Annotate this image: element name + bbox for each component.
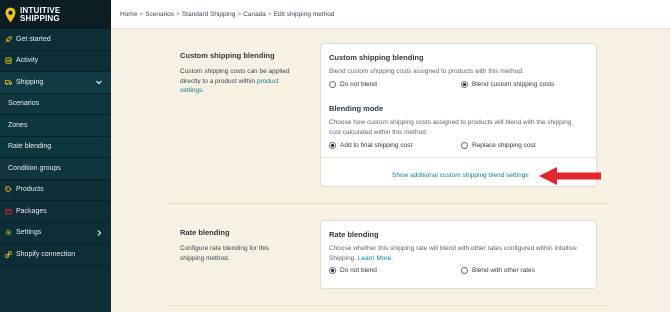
blending-mode-desc: Choose how custom shipping costs assigne… [329, 119, 572, 136]
custom-blending-section-title: Custom shipping blending [180, 51, 275, 60]
breadcrumb-scenarios[interactable]: Scenarios [145, 11, 174, 18]
link-icon [5, 251, 12, 258]
custom-blending-section-desc: Custom shipping costs can be applied dir… [180, 68, 290, 94]
custom-blending-card-title: Custom shipping blending [329, 53, 424, 62]
rate-blending-section-title: Rate blending [180, 228, 230, 237]
sidebar-item-label: Shipping [16, 78, 44, 86]
sidebar: INTUITIVE SHIPPING Get started Activity … [0, 0, 111, 312]
radio-do-not-blend-custom[interactable]: Do not blend [329, 81, 377, 88]
sidebar-item-products[interactable]: Products [0, 180, 111, 201]
breadcrumb-home[interactable]: Home [120, 11, 137, 18]
breadcrumb: Home > Scenarios > Standard Shipping > C… [111, 0, 670, 29]
custom-blending-card-desc: Blend custom shipping costs assigned to … [329, 68, 524, 75]
radio-circle-selected [329, 267, 336, 274]
card-divider [320, 157, 597, 158]
brand-line2: SHIPPING [20, 13, 60, 23]
radio-label: Blend with other rates [472, 267, 535, 274]
activity-icon [5, 57, 12, 64]
sidebar-item-label: Activity [16, 57, 39, 65]
sidebar-item-get-started[interactable]: Get started [0, 29, 111, 51]
radio-blend-other-rates[interactable]: Blend with other rates [461, 267, 535, 274]
radio-label: Add to final shipping cost [340, 142, 413, 149]
sidebar-item-label: Packages [16, 207, 47, 215]
sidebar-item-activity[interactable]: Activity [0, 51, 111, 72]
sidebar-item-rate-blending[interactable]: Rate blending [0, 136, 111, 158]
rate-blending-card-title: Rate blending [329, 230, 379, 239]
breadcrumb-separator: > [139, 10, 144, 18]
tag-icon [5, 186, 12, 193]
sidebar-item-scenarios[interactable]: Scenarios [0, 93, 111, 115]
radio-label: Replace shipping cost [472, 142, 536, 149]
brand-logo[interactable]: INTUITIVE SHIPPING [0, 0, 111, 29]
radio-label: Blend custom shipping costs [472, 81, 555, 88]
breadcrumb-standard-shipping[interactable]: Standard Shipping [182, 11, 236, 18]
radio-circle-selected [329, 142, 336, 149]
sidebar-item-label: Get started [16, 35, 51, 43]
breadcrumb-separator: > [237, 10, 242, 18]
radio-add-to-final[interactable]: Add to final shipping cost [329, 142, 412, 149]
rate-blending-card-desc: Choose whether this shipping rate will b… [329, 244, 591, 263]
sidebar-item-label: Zones [8, 121, 28, 129]
sidebar-item-label: Settings [16, 229, 42, 237]
radio-replace-cost[interactable]: Replace shipping cost [461, 142, 536, 149]
section-separator [165, 203, 611, 204]
rocket-icon [5, 36, 12, 43]
gear-icon [5, 229, 12, 236]
sidebar-item-zones[interactable]: Zones [0, 115, 111, 137]
chevron-down-icon [96, 80, 102, 85]
sidebar-item-label: Shopify connection [16, 250, 76, 258]
radio-circle [329, 81, 336, 88]
sidebar-item-shipping[interactable]: Shipping [0, 72, 111, 94]
radio-label: Do not blend [340, 81, 377, 88]
sidebar-item-condition-groups[interactable]: Condition groups [0, 158, 111, 180]
breadcrumb-canada[interactable]: Canada [243, 11, 266, 18]
sidebar-item-label: Rate blending [8, 143, 52, 151]
location-pin-icon [5, 7, 16, 22]
package-icon [5, 208, 12, 215]
radio-circle [461, 267, 468, 274]
radio-blend-custom-costs[interactable]: Blend custom shipping costs [461, 81, 554, 88]
rate-blending-card: Rate blending Choose whether this shippi… [320, 220, 597, 289]
red-arrow-annotation [539, 167, 601, 185]
sidebar-nav: Get started Activity Shipping Scenarios … [0, 29, 111, 266]
sidebar-item-label: Products [16, 186, 44, 194]
chevron-right-icon [97, 229, 102, 236]
blending-mode-title: Blending mode [329, 104, 384, 113]
sidebar-item-settings[interactable]: Settings [0, 223, 111, 244]
rate-blending-section-desc: Configure rate blending for this shippin… [180, 245, 269, 262]
radio-label: Do not blend [340, 267, 377, 274]
truck-icon [5, 79, 12, 86]
sidebar-item-label: Condition groups [8, 164, 61, 172]
sidebar-item-label: Scenarios [8, 100, 40, 108]
radio-circle-selected [461, 81, 468, 88]
breadcrumb-separator: > [267, 10, 272, 18]
radio-do-not-blend-rate[interactable]: Do not blend [329, 267, 377, 274]
section-separator [165, 305, 611, 306]
sidebar-item-shopify-connection[interactable]: Shopify connection [0, 244, 111, 266]
show-additional-settings-link[interactable]: Show additional custom shipping blend se… [392, 172, 529, 179]
sidebar-item-packages[interactable]: Packages [0, 201, 111, 223]
radio-circle [461, 142, 468, 149]
breadcrumb-current: Edit shipping method [273, 10, 335, 18]
learn-more-link[interactable]: Learn More. [358, 255, 393, 262]
breadcrumb-separator: > [176, 10, 180, 18]
